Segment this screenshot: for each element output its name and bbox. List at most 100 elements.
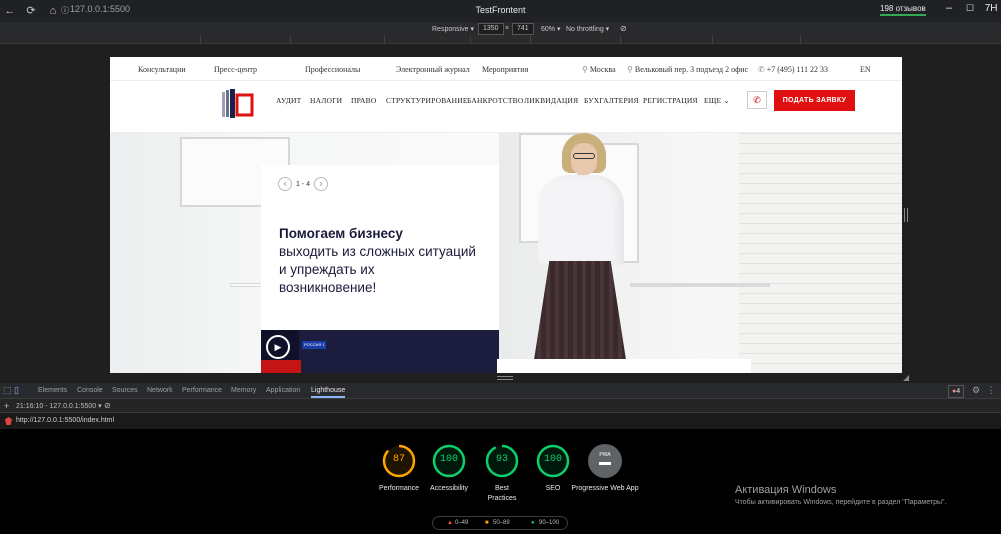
- office-address[interactable]: ⚲ Вельковый пер. 3 подъезд 2 офис: [627, 65, 748, 74]
- language-switch[interactable]: EN: [860, 65, 871, 74]
- devtools-tabbar: ⬚ ▯ Elements Console Sources Network Per…: [0, 383, 1001, 399]
- accessibility-score: 100: [439, 454, 458, 465]
- secondary-card: [497, 359, 751, 373]
- error-counter[interactable]: ●4: [948, 385, 965, 398]
- nav-registration[interactable]: РЕГИСТРАЦИЯ: [643, 96, 698, 105]
- hero-heading: Помогаем бизнесу выходить из сложных сит…: [279, 225, 499, 297]
- window-title: TestFrontent: [475, 5, 526, 15]
- nav-law[interactable]: ПРАВО: [351, 96, 376, 105]
- submit-request-button[interactable]: ПОДАТЬ ЗАЯВКУ: [774, 90, 855, 111]
- resize-corner-icon[interactable]: ◢: [903, 373, 909, 382]
- slide-controls: ‹ 1 - 4 ›: [278, 177, 328, 191]
- top-link-consultations[interactable]: Консультации: [138, 65, 186, 74]
- site-top-line: Консультации Пресс-центр Профессионалы Э…: [110, 57, 902, 81]
- best-practices-label: Best Practices: [487, 485, 517, 502]
- top-link-press[interactable]: Пресс-центр: [214, 65, 257, 74]
- address-bar[interactable]: 127.0.0.1:5500: [70, 4, 130, 14]
- report-url-bar: http://127.0.0.1:5500/index.html: [0, 413, 1001, 429]
- best-practices-gauge[interactable]: 93: [485, 444, 525, 478]
- device-toggle-icon[interactable]: ▯: [14, 385, 19, 395]
- back-icon[interactable]: ←: [3, 4, 17, 18]
- rotate-icon[interactable]: ⊘: [620, 24, 627, 33]
- performance-gauge[interactable]: 87: [382, 444, 422, 478]
- tab-application[interactable]: Application: [266, 387, 300, 394]
- media-query-ruler: [0, 36, 1001, 44]
- reload-icon[interactable]: ⟳: [24, 4, 38, 18]
- hero-heading-line-4: возникновение!: [279, 280, 377, 295]
- report-selector[interactable]: 21:16:10 - 127.0.0.1:5500 ▾: [16, 402, 102, 410]
- pwa-label: Progressive Web App: [571, 485, 639, 492]
- viewport-width-input[interactable]: 1350: [478, 23, 504, 35]
- location-pin-icon: ⚲: [627, 65, 633, 74]
- clear-icon[interactable]: ⊘: [104, 401, 111, 410]
- average-square-icon: ■: [485, 520, 489, 526]
- nav-structuring[interactable]: СТРУКТУРИРОВАНИЕ: [386, 96, 468, 105]
- seo-gauge[interactable]: 100: [536, 444, 576, 478]
- play-icon[interactable]: ▶: [266, 335, 290, 359]
- address-label: Вельковый пер. 3 подъезд 2 офис: [634, 65, 749, 74]
- throttling-select[interactable]: No throttling ▾: [566, 25, 609, 33]
- resize-handle-right[interactable]: [904, 208, 908, 222]
- viewport-height-input[interactable]: 741: [512, 23, 534, 35]
- tab-console[interactable]: Console: [77, 387, 103, 394]
- score-legend: ▲ 0–49 ■ 50–89 ● 90–100: [432, 516, 568, 530]
- device-toolbar: Responsive ▾ 1350 × 741 60% ▾ No throttl…: [0, 22, 1001, 36]
- report-url[interactable]: http://127.0.0.1:5500/index.html: [16, 417, 114, 424]
- phone-icon: ✆: [753, 95, 761, 105]
- nav-accounting[interactable]: БУХГАЛТЕРИЯ: [584, 96, 639, 105]
- hero-heading-line-2: выходить из сложных ситуаций: [279, 244, 476, 259]
- phone-label: +7 (495) 111 22 33: [766, 65, 828, 74]
- tab-sources[interactable]: Sources: [112, 387, 138, 394]
- accessibility-label: Accessibility: [429, 485, 469, 492]
- reviews-extension[interactable]: 198 отзывов: [880, 4, 926, 16]
- hero-card: ‹ 1 - 4 › Помогаем бизнесу выходить из с…: [261, 165, 499, 373]
- call-button[interactable]: ✆: [747, 91, 767, 109]
- performance-score: 87: [392, 454, 405, 465]
- tab-elements[interactable]: Elements: [38, 387, 67, 394]
- city-selector[interactable]: ⚲ Москва: [582, 65, 616, 74]
- window-controls: – ☐ 7Н: [940, 2, 1000, 14]
- nav-audit[interactable]: АУДИТ: [276, 96, 301, 105]
- video-preview[interactable]: ▶ РОССИЯ 1: [261, 330, 499, 373]
- top-phone[interactable]: ✆ +7 (495) 111 22 33: [758, 65, 828, 74]
- nav-bankruptcy[interactable]: БАНКРОТСТВО: [467, 96, 524, 105]
- top-link-events[interactable]: Мероприятия: [482, 65, 528, 74]
- legend-pass: 90–100: [539, 520, 560, 526]
- website-viewport: Консультации Пресс-центр Профессионалы Э…: [110, 57, 902, 373]
- minimize-icon[interactable]: –: [940, 2, 958, 14]
- avatar[interactable]: 7Н: [982, 3, 1000, 14]
- tab-network[interactable]: Network: [147, 387, 173, 394]
- pwa-dash-icon: [599, 462, 611, 465]
- top-link-journal[interactable]: Электронный журнал: [396, 65, 470, 74]
- pwa-gauge[interactable]: PWA: [588, 444, 622, 478]
- zoom-select[interactable]: 60% ▾: [541, 25, 560, 33]
- pwa-badge: PWA: [599, 452, 611, 458]
- company-logo[interactable]: [220, 89, 254, 119]
- nav-taxes[interactable]: НАЛОГИ: [310, 96, 342, 105]
- hero-slider: ‹ 1 - 4 › Помогаем бизнесу выходить из с…: [110, 133, 902, 373]
- accessibility-gauge[interactable]: 100: [432, 444, 472, 478]
- error-count-value: 4: [956, 388, 961, 395]
- next-slide-button[interactable]: ›: [313, 177, 328, 191]
- nav-more-label: ЕЩЕ: [704, 96, 722, 105]
- nav-liquidation[interactable]: ЛИКВИДАЦИЯ: [524, 96, 578, 105]
- maximize-icon[interactable]: ☐: [961, 3, 979, 14]
- tab-memory[interactable]: Memory: [231, 387, 256, 394]
- lighthouse-toolbar: + 21:16:10 - 127.0.0.1:5500 ▾ ⊘: [0, 399, 1001, 413]
- new-report-icon[interactable]: +: [4, 401, 9, 411]
- device-mode-select[interactable]: Responsive ▾: [432, 25, 474, 33]
- settings-icon[interactable]: ⚙: [972, 385, 980, 395]
- more-options-icon[interactable]: ⋮: [987, 385, 996, 395]
- windows-activation-watermark: Активация Windows Чтобы активировать Win…: [735, 484, 946, 506]
- top-link-pros[interactable]: Профессионалы: [305, 65, 360, 74]
- prev-slide-button[interactable]: ‹: [278, 177, 292, 191]
- tab-lighthouse[interactable]: Lighthouse: [311, 387, 346, 398]
- tab-performance[interactable]: Performance: [182, 387, 222, 394]
- nav-more[interactable]: ЕЩЕ ⌄: [704, 96, 730, 105]
- seo-score: 100: [543, 454, 562, 465]
- resize-handle-bottom[interactable]: [497, 376, 513, 380]
- hero-heading-bold: Помогаем бизнесу: [279, 226, 403, 241]
- inspect-icon[interactable]: ⬚: [3, 385, 12, 395]
- city-label: Москва: [589, 65, 616, 74]
- main-navigation: АУДИТ НАЛОГИ ПРАВО СТРУКТУРИРОВАНИЕ БАНК…: [110, 81, 902, 133]
